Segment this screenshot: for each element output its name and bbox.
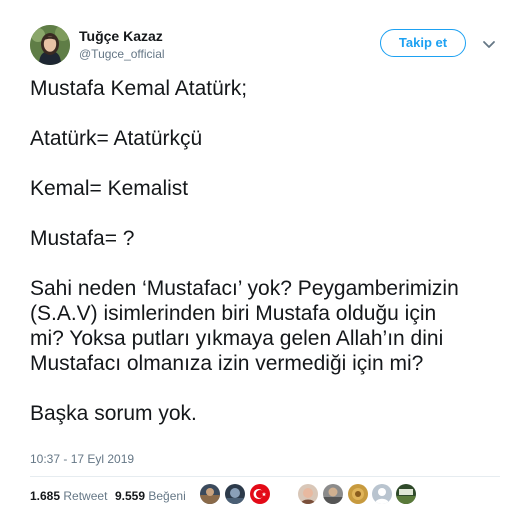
tweet-line: Mustafa Kemal Atatürk; [30,77,248,100]
liker-avatar[interactable] [323,484,343,504]
liker-avatar[interactable] [348,484,368,504]
tweet-line: Kemal= Kemalist [30,177,189,200]
liker-avatar[interactable] [225,484,245,504]
tweet-line: (S.A.V) isimlerinden biri Mustafa olduğu… [30,302,437,325]
tweet-timestamp[interactable]: 10:37 - 17 Eyl 2019 [30,452,134,466]
retweets-label: Retweet [63,489,108,503]
tweet-line: mi? Yoksa putları yıkmaya gelen Allah’ın… [30,327,444,350]
liker-avatar[interactable] [372,484,392,504]
likes-label: Beğeni [148,489,186,503]
divider [30,476,500,477]
liker-avatar[interactable] [200,484,220,504]
tweet-line: Sahi neden ‘Mustafacı’ yok? Peygamberimi… [30,277,459,300]
likes-count: 9.559 [115,489,146,503]
tweet-card: Tuğçe Kazaz @Tugce_official Takip et Mus… [0,0,530,525]
user-handle[interactable]: @Tugce_official [79,47,165,61]
tweet-line: Atatürk= Atatürkçü [30,127,203,150]
liker-avatar[interactable] [396,484,416,504]
tweet-line: Başka sorum yok. [30,402,197,425]
liker-avatar[interactable] [250,484,270,504]
display-name[interactable]: Tuğçe Kazaz [79,28,163,44]
tweet-line: Mustafa= ? [30,227,135,250]
chevron-down-icon[interactable] [482,37,496,48]
likes-stat[interactable]: 9.559 Beğeni [115,488,186,504]
retweets-stat[interactable]: 1.685 Retweet [30,488,107,504]
tweet-text: Mustafa Kemal Atatürk; Atatürk= Atatürkç… [30,76,516,426]
liker-avatar[interactable] [298,484,318,504]
follow-button[interactable]: Takip et [380,29,466,57]
tweet-line: Mustafacı olmanıza izin vermediği için m… [30,352,424,375]
retweets-count: 1.685 [30,489,61,503]
avatar[interactable] [30,25,70,65]
